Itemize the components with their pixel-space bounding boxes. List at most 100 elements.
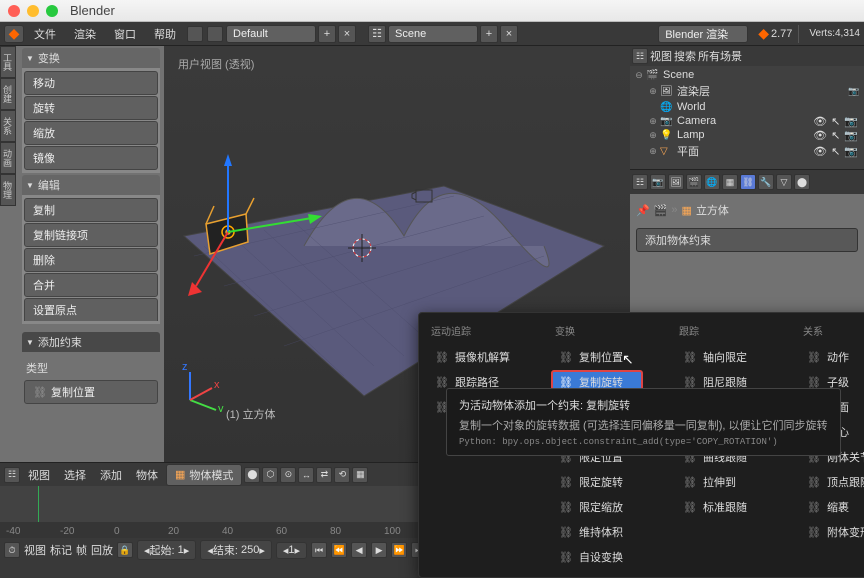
jump-start-icon[interactable]: ⏮ xyxy=(311,542,327,558)
render-icon[interactable]: 📷 xyxy=(844,115,858,128)
props-tab-world[interactable]: 🌐 xyxy=(704,174,720,190)
scene-add-button[interactable]: + xyxy=(480,25,498,43)
render-engine-dropdown[interactable]: Blender 渲染 xyxy=(658,25,748,43)
popup-item-camera-solver[interactable]: ⛓摄像机解算 xyxy=(427,345,519,369)
manipulator-rot-icon[interactable]: ⟲ xyxy=(334,467,350,483)
prev-keyframe-icon[interactable]: ⏪ xyxy=(331,542,347,558)
layout-split-v-icon[interactable] xyxy=(207,26,223,42)
timeline-view[interactable]: 视图 xyxy=(24,542,46,558)
mode-dropdown[interactable]: ▦物体模式 xyxy=(166,464,242,486)
menu-render[interactable]: 渲染 xyxy=(66,23,104,45)
tree-render-layers[interactable]: ⊕🖼渲染层📷 xyxy=(632,82,862,100)
visibility-icon[interactable]: 👁 xyxy=(813,115,827,128)
popup-item-track-to[interactable]: ⛓标准跟随 xyxy=(675,495,767,519)
play-icon[interactable]: ▶ xyxy=(371,542,387,558)
menu-help[interactable]: 帮助 xyxy=(146,23,184,45)
panel-add-constraint-header[interactable]: ▼添加约束 xyxy=(22,332,160,352)
popup-item-shrinkwrap[interactable]: ⛓缩裹 xyxy=(799,495,864,519)
next-keyframe-icon[interactable]: ⏩ xyxy=(391,542,407,558)
popup-item-maintain-volume[interactable]: ⛓维持体积 xyxy=(551,520,643,544)
pivot-icon[interactable]: ⊙ xyxy=(280,467,296,483)
button-set-origin[interactable]: 设置原点 xyxy=(24,298,158,321)
tool-tab-tools[interactable]: 工具 xyxy=(0,46,16,78)
vp-menu-add[interactable]: 添加 xyxy=(94,464,128,486)
minimize-window-button[interactable] xyxy=(27,5,39,17)
outliner-type-icon[interactable]: ☷ xyxy=(632,48,648,64)
editor-type-icon[interactable]: ☷ xyxy=(4,467,20,483)
popup-item-follow-path2[interactable]: ⛓顶点跟随 xyxy=(799,470,864,494)
button-translate[interactable]: 移动 xyxy=(24,71,158,95)
maximize-window-button[interactable] xyxy=(46,5,58,17)
visibility-icon[interactable]: 👁 xyxy=(813,145,827,158)
end-frame-field[interactable]: ◂结束: 250▸ xyxy=(200,540,272,560)
tool-tab-relations[interactable]: 关系 xyxy=(0,110,16,142)
button-join[interactable]: 合并 xyxy=(24,273,158,297)
props-tab-modifiers[interactable]: 🔧 xyxy=(758,174,774,190)
menu-window[interactable]: 窗口 xyxy=(106,23,144,45)
props-tab-material[interactable]: ⬤ xyxy=(794,174,810,190)
start-frame-field[interactable]: ◂起始: 1▸ xyxy=(137,540,196,560)
layout-remove-button[interactable]: × xyxy=(338,25,356,43)
shading-wire-icon[interactable]: ⬡ xyxy=(262,467,278,483)
cursor-icon[interactable]: ↖ xyxy=(831,145,840,158)
popup-item-limit-scale[interactable]: ⛓限定缩放 xyxy=(551,495,643,519)
scene-dropdown[interactable]: Scene xyxy=(388,25,478,43)
tool-tab-physics[interactable]: 物理 xyxy=(0,174,16,206)
popup-item-copy-location[interactable]: ⛓复制位置 xyxy=(551,345,643,369)
layout-add-button[interactable]: + xyxy=(318,25,336,43)
manipulator-trans-icon[interactable]: ⇄ xyxy=(316,467,332,483)
scene-remove-button[interactable]: × xyxy=(500,25,518,43)
layers-icon[interactable]: ▦ xyxy=(352,467,368,483)
panel-transform-header[interactable]: ▼变换 xyxy=(22,48,160,68)
add-object-constraint-dropdown[interactable]: 添加物体约束 xyxy=(636,228,858,252)
popup-item-armature-deform[interactable]: ⛓附体变形 xyxy=(799,520,864,544)
button-scale[interactable]: 缩放 xyxy=(24,121,158,145)
tree-scene[interactable]: ⊖🎬Scene xyxy=(632,68,862,82)
outliner-search[interactable]: 搜索 xyxy=(674,48,696,64)
tree-plane[interactable]: ⊕▽平面👁↖📷 xyxy=(632,142,862,160)
timeline-marker[interactable]: 标记 xyxy=(50,542,72,558)
tree-camera[interactable]: ⊕📷Camera👁↖📷 xyxy=(632,114,862,128)
vp-menu-object[interactable]: 物体 xyxy=(130,464,164,486)
props-type-icon[interactable]: ☷ xyxy=(632,174,648,190)
tool-tab-create[interactable]: 创建 xyxy=(0,78,16,110)
popup-item-action[interactable]: ⛓动作 xyxy=(799,345,864,369)
vp-menu-view[interactable]: 视图 xyxy=(22,464,56,486)
props-tab-layers[interactable]: 🖼 xyxy=(668,174,684,190)
pin-icon[interactable]: 📌 xyxy=(636,204,650,217)
layout-dropdown[interactable]: Default xyxy=(226,25,316,43)
panel-edit-header[interactable]: ▼编辑 xyxy=(22,175,160,195)
cursor-icon[interactable]: ↖ xyxy=(831,129,840,142)
props-tab-constraints[interactable]: ⛓ xyxy=(740,174,756,190)
outliner-filter-dropdown[interactable]: 所有场景 xyxy=(698,48,862,64)
props-tab-render[interactable]: 📷 xyxy=(650,174,666,190)
blender-logo-icon[interactable]: ◆ xyxy=(4,25,24,43)
current-frame-field[interactable]: ◂1▸ xyxy=(276,542,307,559)
vp-menu-select[interactable]: 选择 xyxy=(58,464,92,486)
props-tab-object[interactable]: ▦ xyxy=(722,174,738,190)
visibility-icon[interactable]: 👁 xyxy=(813,129,827,142)
timeline-playback[interactable]: 回放 xyxy=(91,542,113,558)
close-window-button[interactable] xyxy=(8,5,20,17)
popup-item-stretch-to[interactable]: ⛓拉伸到 xyxy=(675,470,767,494)
button-duplicate[interactable]: 复制 xyxy=(24,198,158,222)
button-rotate[interactable]: 旋转 xyxy=(24,96,158,120)
props-tab-data[interactable]: ▽ xyxy=(776,174,792,190)
popup-item-clamp-to[interactable]: ⛓轴向限定 xyxy=(675,345,767,369)
outliner-view[interactable]: 视图 xyxy=(650,48,672,64)
cursor-icon[interactable]: ↖ xyxy=(831,115,840,128)
lock-icon[interactable]: 🔒 xyxy=(117,542,133,558)
manipulator-icon[interactable]: ↔ xyxy=(298,467,314,483)
tree-lamp[interactable]: ⊕💡Lamp👁↖📷 xyxy=(632,128,862,142)
button-duplicate-linked[interactable]: 复制链接项 xyxy=(24,223,158,247)
shading-solid-icon[interactable]: ⬤ xyxy=(244,467,260,483)
dropdown-constraint-type[interactable]: ⛓复制位置 xyxy=(24,380,158,404)
timeline-frame[interactable]: 帧 xyxy=(76,542,87,558)
render-icon[interactable]: 📷 xyxy=(844,145,858,158)
props-tab-scene[interactable]: 🎬 xyxy=(686,174,702,190)
popup-item-limit-rotation[interactable]: ⛓限定旋转 xyxy=(551,470,643,494)
render-icon[interactable]: 📷 xyxy=(844,129,858,142)
menu-file[interactable]: 文件 xyxy=(26,23,64,45)
scene-browse-button[interactable]: ☷ xyxy=(368,25,386,43)
play-reverse-icon[interactable]: ◀ xyxy=(351,542,367,558)
